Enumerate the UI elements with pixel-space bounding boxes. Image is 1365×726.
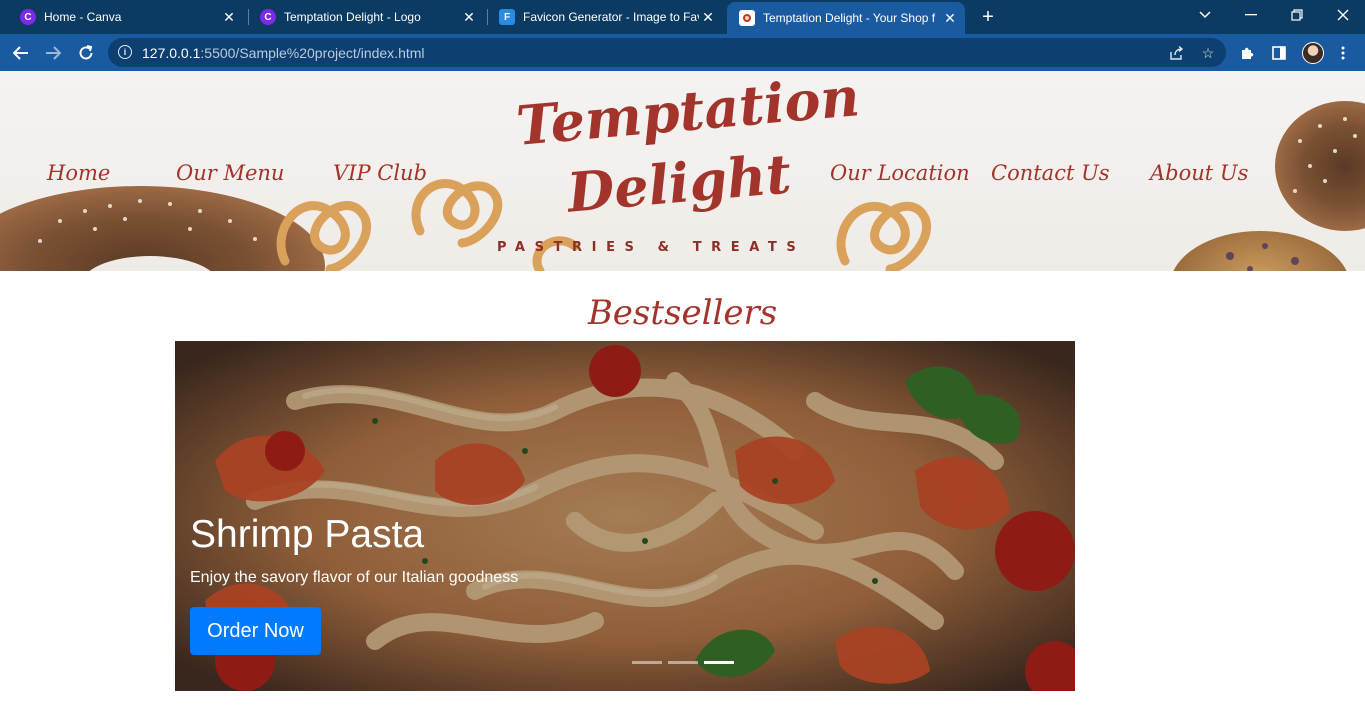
- share-icon[interactable]: [1166, 43, 1186, 63]
- site-favicon-icon: [739, 10, 755, 26]
- extensions-puzzle-icon[interactable]: [1236, 42, 1258, 64]
- site-header: Home Our Menu VIP Club Temptation Deligh…: [0, 71, 1365, 271]
- back-arrow-icon[interactable]: [9, 41, 33, 65]
- carousel-indicator-3[interactable]: [704, 661, 734, 664]
- canva-icon: C: [20, 9, 36, 25]
- url-host: 127.0.0.1: [142, 45, 201, 61]
- carousel-indicator-2[interactable]: [668, 661, 698, 664]
- section-title-bestsellers: Bestsellers: [587, 293, 778, 333]
- browser-tab-strip: C Home - Canva ✕ C Temptation Delight - …: [0, 0, 1365, 34]
- slide-description: Enjoy the savory flavor of our Italian g…: [190, 569, 519, 586]
- bestsellers-carousel[interactable]: Shrimp Pasta Enjoy the savory flavor of …: [175, 341, 1075, 691]
- site-info-icon[interactable]: i: [118, 45, 132, 59]
- tab-title: Temptation Delight - Logo: [284, 10, 421, 24]
- minimize-icon[interactable]: [1237, 4, 1265, 26]
- nav-link-our-menu[interactable]: Our Menu: [176, 161, 284, 185]
- browser-tab-1[interactable]: C Temptation Delight - Logo ✕: [248, 0, 484, 34]
- reload-icon[interactable]: [74, 41, 98, 65]
- nav-link-contact-us[interactable]: Contact Us: [991, 161, 1110, 185]
- carousel-indicator-1[interactable]: [632, 661, 662, 664]
- close-tab-icon[interactable]: ✕: [941, 9, 959, 27]
- restore-icon[interactable]: [1283, 4, 1311, 26]
- nav-link-our-location[interactable]: Our Location: [830, 161, 970, 185]
- forward-arrow-icon[interactable]: [41, 41, 65, 65]
- profile-avatar[interactable]: [1302, 42, 1324, 64]
- tab-search-icon[interactable]: [1191, 4, 1219, 26]
- address-bar[interactable]: i 127.0.0.1:5500/Sample%20project/index.…: [108, 38, 1226, 67]
- nav-link-about-us[interactable]: About Us: [1150, 161, 1248, 185]
- logo-tagline: PASTRIES & TREATS: [497, 240, 806, 255]
- nav-link-vip-club[interactable]: VIP Club: [333, 161, 427, 185]
- browser-tab-2[interactable]: F Favicon Generator - Image to Fav ✕: [487, 0, 723, 34]
- close-window-icon[interactable]: [1329, 4, 1357, 26]
- side-panel-icon[interactable]: [1268, 42, 1290, 64]
- browser-toolbar: i 127.0.0.1:5500/Sample%20project/index.…: [0, 34, 1365, 71]
- canva-icon: C: [260, 9, 276, 25]
- web-page: Home Our Menu VIP Club Temptation Deligh…: [0, 71, 1365, 726]
- url-text[interactable]: 127.0.0.1:5500/Sample%20project/index.ht…: [142, 45, 425, 61]
- tab-title: Favicon Generator - Image to Fav: [523, 10, 699, 24]
- tab-title: Temptation Delight - Your Shop f: [763, 11, 936, 25]
- tab-title: Home - Canva: [44, 10, 122, 24]
- url-path: :5500/Sample%20project/index.html: [200, 45, 425, 61]
- slide-title: Shrimp Pasta: [190, 513, 425, 556]
- close-tab-icon[interactable]: ✕: [220, 8, 238, 26]
- close-tab-icon[interactable]: ✕: [460, 8, 478, 26]
- kebab-menu-icon[interactable]: [1332, 42, 1354, 64]
- browser-tab-0[interactable]: C Home - Canva ✕: [8, 0, 244, 34]
- bookmark-star-icon[interactable]: ☆: [1198, 43, 1218, 63]
- favicon-generator-icon: F: [499, 9, 515, 25]
- browser-tab-3-active[interactable]: Temptation Delight - Your Shop f ✕: [727, 2, 965, 34]
- close-tab-icon[interactable]: ✕: [699, 8, 717, 26]
- nav-link-home[interactable]: Home: [47, 161, 110, 185]
- new-tab-icon[interactable]: +: [977, 6, 999, 28]
- order-now-button[interactable]: Order Now: [190, 607, 321, 655]
- carousel-indicators: [632, 661, 734, 664]
